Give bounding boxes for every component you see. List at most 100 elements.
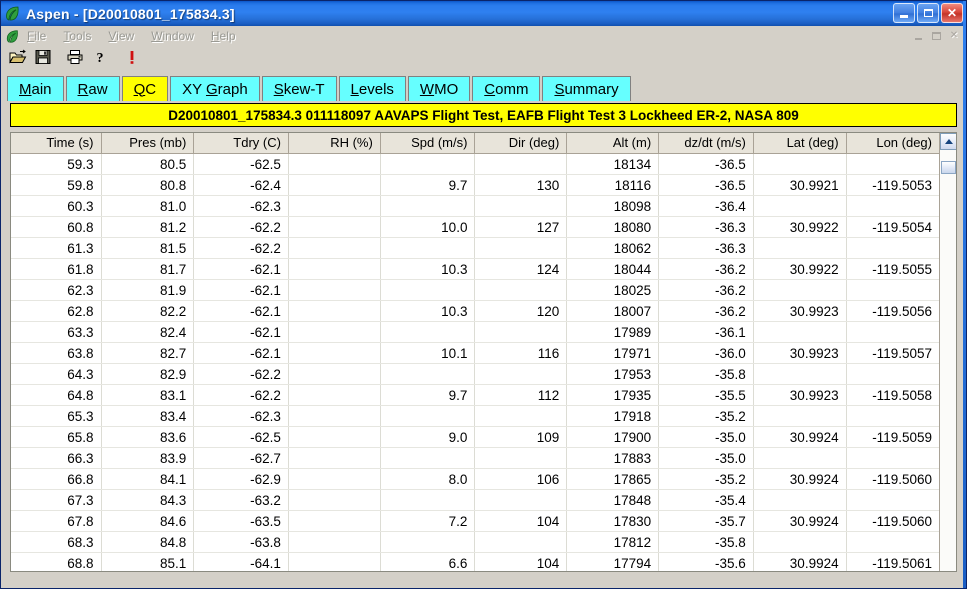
table-cell[interactable]: 81.9 <box>101 279 195 301</box>
table-cell[interactable]: 18025 <box>566 279 660 301</box>
table-cell[interactable]: 17935 <box>566 384 660 406</box>
table-cell[interactable]: 10.3 <box>380 258 476 280</box>
table-cell[interactable]: 30.9921 <box>753 174 847 196</box>
table-cell[interactable] <box>846 279 939 301</box>
table-cell[interactable]: -119.5058 <box>846 384 939 406</box>
table-cell[interactable] <box>288 279 381 301</box>
vertical-scrollbar[interactable] <box>939 133 956 571</box>
table-cell[interactable] <box>474 237 568 259</box>
table-cell[interactable] <box>380 363 476 385</box>
tab-wmo[interactable]: WMO <box>407 76 471 101</box>
mdi-minimize-button[interactable] <box>910 28 926 43</box>
table-cell[interactable] <box>753 237 847 259</box>
table-cell[interactable]: 30.9923 <box>753 342 847 364</box>
table-cell[interactable]: -62.9 <box>193 468 289 490</box>
table-cell[interactable]: 60.8 <box>11 216 102 238</box>
table-cell[interactable]: 104 <box>474 510 568 532</box>
scroll-up-button[interactable] <box>940 133 956 150</box>
table-cell[interactable]: 17848 <box>566 489 660 511</box>
open-button[interactable] <box>6 47 30 71</box>
table-cell[interactable] <box>288 342 381 364</box>
tab-levels[interactable]: Levels <box>338 76 406 101</box>
table-cell[interactable] <box>288 405 381 427</box>
tab-skew-t[interactable]: Skew-T <box>261 76 337 101</box>
table-cell[interactable]: -35.2 <box>658 405 754 427</box>
table-cell[interactable]: -36.3 <box>658 216 754 238</box>
table-cell[interactable] <box>288 237 381 259</box>
table-cell[interactable] <box>474 321 568 343</box>
table-cell[interactable]: 10.0 <box>380 216 476 238</box>
table-cell[interactable] <box>846 237 939 259</box>
table-cell[interactable] <box>474 195 568 217</box>
table-row[interactable]: 65.3 83.4 -62.3 17918 -35.2 <box>11 405 939 427</box>
table-cell[interactable]: -36.5 <box>658 174 754 196</box>
table-cell[interactable]: 82.9 <box>101 363 195 385</box>
table-row[interactable]: 63.3 82.4 -62.1 17989 -36.1 <box>11 321 939 343</box>
mdi-leaf-icon[interactable] <box>5 29 20 44</box>
table-cell[interactable]: 18044 <box>566 258 660 280</box>
table-cell[interactable]: -62.1 <box>193 300 289 322</box>
table-row[interactable]: 62.8 82.2 -62.1 10.3 120 18007 -36.2 30.9923 -11… <box>11 300 939 322</box>
table-cell[interactable]: -63.2 <box>193 489 289 511</box>
table-cell[interactable]: 112 <box>474 384 568 406</box>
column-header[interactable]: Tdry (C) <box>193 133 289 154</box>
table-row[interactable]: 59.8 80.8 -62.4 9.7 130 18116 -36.5 30.9921 -119… <box>11 174 939 196</box>
table-cell[interactable]: -62.3 <box>193 405 289 427</box>
table-cell[interactable]: -63.5 <box>193 510 289 532</box>
print-button[interactable] <box>63 47 87 71</box>
table-cell[interactable]: -62.2 <box>193 384 289 406</box>
mdi-close-button[interactable]: ✕ <box>946 28 962 43</box>
table-cell[interactable]: -62.1 <box>193 279 289 301</box>
table-cell[interactable] <box>288 300 381 322</box>
table-cell[interactable] <box>474 363 568 385</box>
table-cell[interactable]: 83.6 <box>101 426 195 448</box>
column-header[interactable]: Dir (deg) <box>474 133 568 154</box>
table-cell[interactable]: -119.5055 <box>846 258 939 280</box>
table-cell[interactable]: 64.8 <box>11 384 102 406</box>
table-cell[interactable]: -35.7 <box>658 510 754 532</box>
tab-comm[interactable]: Comm <box>472 76 541 101</box>
table-cell[interactable]: 84.3 <box>101 489 195 511</box>
table-cell[interactable] <box>288 552 381 571</box>
table-cell[interactable]: -62.4 <box>193 174 289 196</box>
table-cell[interactable]: 18080 <box>566 216 660 238</box>
table-cell[interactable] <box>288 384 381 406</box>
table-cell[interactable] <box>474 405 568 427</box>
table-cell[interactable]: 67.8 <box>11 510 102 532</box>
table-cell[interactable]: 9.0 <box>380 426 476 448</box>
table-cell[interactable] <box>846 447 939 469</box>
table-cell[interactable] <box>288 195 381 217</box>
table-row[interactable]: 62.3 81.9 -62.1 18025 -36.2 <box>11 279 939 301</box>
table-cell[interactable]: 59.3 <box>11 153 102 175</box>
table-cell[interactable]: 18134 <box>566 153 660 175</box>
table-cell[interactable]: 30.9923 <box>753 300 847 322</box>
table-cell[interactable]: -63.8 <box>193 531 289 553</box>
table-cell[interactable] <box>380 531 476 553</box>
table-cell[interactable] <box>753 153 847 175</box>
table-cell[interactable]: 63.8 <box>11 342 102 364</box>
table-cell[interactable]: 68.3 <box>11 531 102 553</box>
table-cell[interactable]: -36.0 <box>658 342 754 364</box>
column-header[interactable]: Spd (m/s) <box>380 133 476 154</box>
alert-button[interactable] <box>120 47 144 71</box>
table-cell[interactable] <box>288 489 381 511</box>
minimize-button[interactable] <box>893 3 915 23</box>
table-cell[interactable]: 18098 <box>566 195 660 217</box>
table-cell[interactable]: -36.1 <box>658 321 754 343</box>
table-cell[interactable]: 85.1 <box>101 552 195 571</box>
table-cell[interactable] <box>288 426 381 448</box>
table-row[interactable]: 66.8 84.1 -62.9 8.0 106 17865 -35.2 30.9924 -119… <box>11 468 939 490</box>
table-cell[interactable]: -119.5061 <box>846 552 939 571</box>
table-cell[interactable]: 68.8 <box>11 552 102 571</box>
table-cell[interactable] <box>846 363 939 385</box>
help-button[interactable]: ? <box>88 47 112 71</box>
table-cell[interactable]: 18116 <box>566 174 660 196</box>
table-cell[interactable]: 64.3 <box>11 363 102 385</box>
table-row[interactable]: 63.8 82.7 -62.1 10.1 116 17971 -36.0 30.9923 -11… <box>11 342 939 364</box>
table-cell[interactable] <box>753 447 847 469</box>
table-cell[interactable]: 17883 <box>566 447 660 469</box>
tab-xy-graph[interactable]: XY Graph <box>170 76 260 101</box>
table-cell[interactable]: 17812 <box>566 531 660 553</box>
column-header[interactable]: Lon (deg) <box>846 133 939 154</box>
table-cell[interactable]: 17971 <box>566 342 660 364</box>
